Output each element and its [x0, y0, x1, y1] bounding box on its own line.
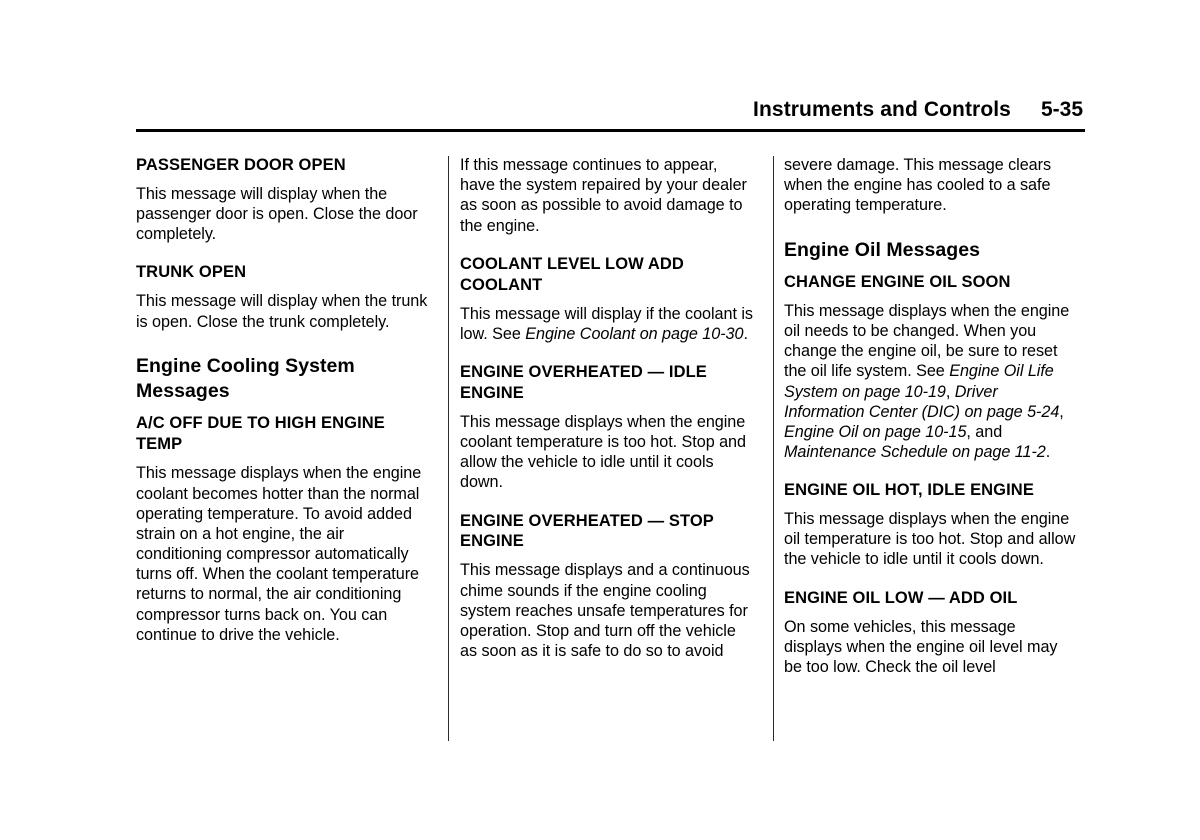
message-heading: ENGINE OVERHEATED — STOP ENGINE [460, 511, 714, 551]
section-heading: Engine Cooling System Messages [136, 354, 355, 403]
cross-reference: Engine Oil on page 10-15 [784, 422, 967, 441]
header-divider-rule [136, 129, 1085, 132]
manual-page: Instruments and Controls 5-35 PASSENGER … [0, 0, 1200, 840]
header-row: Instruments and Controls 5-35 [136, 98, 1085, 122]
message-heading: ENGINE OIL HOT, IDLE ENGINE [784, 481, 1034, 500]
cross-reference: Engine Coolant on page 10-30 [525, 324, 744, 343]
paragraph-text-run: . [743, 324, 748, 343]
body-paragraph: On some vehicles, this message displays … [784, 617, 1058, 676]
body-paragraph: This message displays when the engine co… [460, 412, 746, 492]
body-paragraph: This message displays when the engine oi… [784, 301, 1077, 462]
message-heading: COOLANT LEVEL LOW ADD COOLANT [460, 254, 684, 294]
body-paragraph: This message displays when the engine co… [136, 464, 422, 644]
message-heading: PASSENGER DOOR OPEN [136, 156, 346, 174]
body-paragraph: This message will display when the passe… [136, 184, 418, 244]
section-heading: Engine Oil Messages [784, 238, 981, 261]
page-title: Instruments and Controls [753, 98, 1011, 121]
paragraph-text-run: , [1059, 402, 1064, 421]
body-paragraph: This message displays when the engine oi… [784, 510, 1076, 569]
page-number: 5-35 [1040, 98, 1083, 121]
page-header: Instruments and Controls 5-35 [136, 98, 1085, 132]
message-heading: CHANGE ENGINE OIL SOON [784, 272, 1011, 291]
text-column-3: severe damage. This message clears when … [784, 155, 1077, 677]
body-paragraph: If this message continues to appear, hav… [460, 156, 747, 235]
text-column-1: PASSENGER DOOR OPEN This message will dis… [136, 155, 429, 677]
message-heading: TRUNK OPEN [136, 263, 247, 282]
body-paragraph: This message will display if the coolant… [460, 304, 753, 344]
text-column-2: If this message continues to appear, hav… [460, 155, 753, 677]
paragraph-text-run: . [1045, 443, 1051, 462]
message-heading: A/C OFF DUE TO HIGH ENGINE TEMP [136, 414, 385, 454]
content-columns: PASSENGER DOOR OPEN This message will dis… [136, 155, 1085, 677]
body-paragraph: This message displays and a continuous c… [460, 561, 750, 661]
cross-reference: Maintenance Schedule on page 11-2 [784, 443, 1046, 462]
message-heading: ENGINE OIL LOW — ADD OIL [784, 588, 1018, 607]
paragraph-text-run: , [945, 382, 955, 401]
body-paragraph: This message will display when the trunk… [136, 292, 428, 331]
paragraph-text-run: , and [966, 422, 1003, 441]
message-heading: ENGINE OVERHEATED — IDLE ENGINE [460, 362, 707, 402]
body-paragraph: severe damage. This message clears when … [784, 156, 1052, 215]
